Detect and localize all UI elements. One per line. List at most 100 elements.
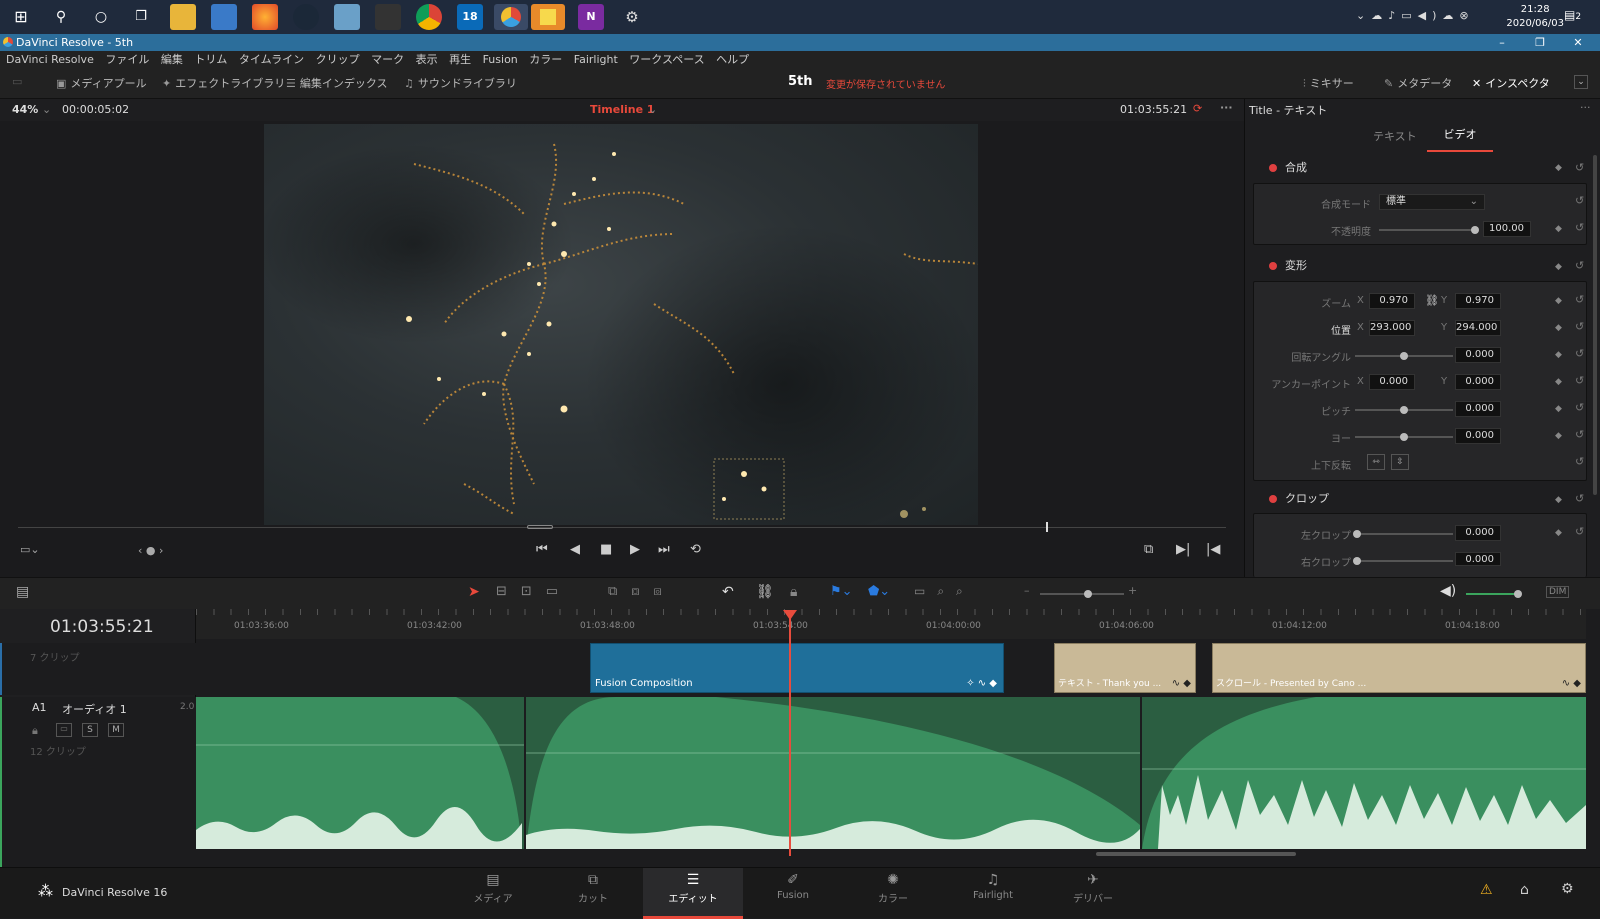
scroll-title-clip[interactable]: スクロール - Presented by Cano ... ∿ ◆ — [1212, 643, 1586, 693]
keyframe-icon[interactable]: ◆ — [1555, 431, 1562, 441]
enable-toggle-icon[interactable] — [1269, 495, 1277, 503]
flip-horizontal-icon[interactable]: ⇿ — [1367, 454, 1385, 470]
position-lock-icon[interactable]: 🔒︎ — [790, 584, 797, 600]
enable-toggle-icon[interactable] — [1269, 164, 1277, 172]
reset-icon[interactable]: ↺ — [1575, 293, 1584, 306]
audio-track-header[interactable]: A1 オーディオ 1 2.0 🔒︎ ▭ S M 12 クリップ — [0, 697, 196, 867]
fusion-composition-clip[interactable]: Fusion Composition ✧ ∿ ◆ — [590, 643, 1004, 693]
home-icon[interactable]: ⌂ — [1520, 882, 1529, 898]
sync-icon[interactable]: ⟳ — [1193, 102, 1202, 115]
zoom-modes-icons[interactable]: ▭⌕⌕ — [914, 584, 975, 599]
keyframe-icon[interactable]: ◆ — [1555, 262, 1562, 272]
crop-header[interactable]: クロップ — [1253, 488, 1587, 510]
keyframe-icon[interactable]: ◆ — [1555, 296, 1562, 306]
opacity-slider-knob[interactable] — [1471, 226, 1479, 234]
page-cut[interactable]: ⧉ カット — [543, 868, 643, 919]
track-lock-icon[interactable]: 🔒︎ — [32, 724, 38, 738]
flag-icon[interactable]: ⚑⌄ — [830, 584, 853, 599]
tab-text[interactable]: テキスト — [1373, 128, 1417, 144]
more-options-icon[interactable]: ··· — [1220, 101, 1233, 114]
task-view-icon[interactable]: ❐ — [128, 4, 154, 30]
app-icon-2[interactable] — [375, 4, 401, 30]
reset-icon[interactable]: ↺ — [1575, 347, 1584, 360]
go-to-end-icon[interactable]: ⏭ — [658, 542, 670, 557]
position-x-input[interactable]: 293.000 — [1369, 320, 1415, 336]
reset-icon[interactable]: ↺ — [1575, 525, 1584, 538]
title-text-clip[interactable]: テキスト - Thank you ... ∿ ◆ — [1054, 643, 1196, 693]
play-reverse-icon[interactable]: ◀ — [570, 542, 580, 557]
crop-right-slider[interactable] — [1353, 557, 1453, 565]
rotation-slider-knob[interactable] — [1400, 352, 1408, 360]
timeline-ruler[interactable]: 01:03:36:00 01:03:42:00 01:03:48:00 01:0… — [196, 609, 1586, 639]
menu-fairlight[interactable]: Fairlight — [574, 53, 618, 66]
solo-button[interactable]: S — [82, 723, 98, 737]
anchor-y-input[interactable]: 0.000 — [1455, 374, 1501, 390]
yaw-slider[interactable] — [1355, 433, 1453, 441]
jog-nav-icon[interactable]: ‹ ● › — [138, 544, 163, 557]
maximize-button[interactable]: ❐ — [1522, 34, 1558, 51]
menu-playback[interactable]: 再生 — [449, 53, 471, 66]
page-edit[interactable]: ☰ エディット — [643, 868, 743, 919]
timeline-chevron-icon[interactable]: ⌄ — [648, 103, 657, 116]
timeline-zoom-slider[interactable] — [1040, 590, 1124, 598]
speaker-icon[interactable]: ◀) — [1440, 583, 1456, 599]
video-track-header[interactable]: 7 クリップ — [0, 643, 196, 695]
track-auto-icon[interactable]: ▭ — [56, 723, 72, 737]
zoom-out-icon[interactable]: – — [1024, 584, 1030, 597]
selection-tool-icon[interactable]: ➤ — [468, 584, 480, 600]
keyframe-icon[interactable]: ◆ — [1555, 224, 1562, 234]
menu-clip[interactable]: クリップ — [316, 53, 360, 66]
tab-video[interactable]: ビデオ — [1427, 121, 1493, 152]
menu-mark[interactable]: マーク — [371, 53, 404, 66]
timeline-h-scrollbar[interactable] — [1096, 852, 1296, 856]
sound-library-button[interactable]: ♫ サウンドライブラリ — [404, 75, 517, 91]
match-frame-icon[interactable]: ⧉ — [1144, 542, 1153, 557]
mail-icon[interactable] — [211, 4, 237, 30]
next-edit-icon[interactable]: ▶| — [1176, 542, 1190, 557]
zoom-chevron-icon[interactable]: ⌄ — [42, 103, 51, 116]
menu-color[interactable]: カラー — [529, 53, 562, 66]
opacity-slider[interactable] — [1379, 226, 1479, 234]
rotation-input[interactable]: 0.000 — [1455, 347, 1501, 363]
opacity-input[interactable]: 100.00 — [1483, 221, 1531, 237]
zoom-in-icon[interactable]: + — [1128, 584, 1137, 597]
viewer-mode-icon[interactable]: ▭⌄ — [20, 543, 40, 556]
marker-icon[interactable]: ⬟⌄ — [868, 584, 890, 599]
crop-left-slider[interactable] — [1353, 530, 1453, 538]
scrubber-playhead[interactable] — [1046, 522, 1048, 532]
crop-left-input[interactable]: 0.000 — [1455, 525, 1501, 541]
settings-gear-icon[interactable]: ⚙ — [619, 4, 645, 30]
sticky-notes-icon[interactable] — [531, 4, 565, 30]
menu-workspace[interactable]: ワークスペース — [629, 53, 704, 66]
yaw-slider-knob[interactable] — [1400, 433, 1408, 441]
volume-knob[interactable] — [1514, 590, 1522, 598]
video-preview[interactable] — [264, 124, 978, 525]
warning-icon[interactable]: ⚠ — [1480, 882, 1493, 898]
keyframe-icon[interactable]: ◆ — [1555, 323, 1562, 333]
windows-start-icon[interactable]: ⊞ — [8, 4, 34, 30]
clip-fx-icons[interactable]: ✧ ∿ ◆ — [966, 678, 997, 689]
timeline-zoom-knob[interactable] — [1084, 590, 1092, 598]
clip-fx-icons[interactable]: ∿ ◆ — [1562, 678, 1581, 689]
menu-file[interactable]: ファイル — [105, 53, 149, 66]
reset-icon[interactable]: ↺ — [1575, 455, 1584, 468]
keyframe-icon[interactable]: ◆ — [1555, 528, 1562, 538]
pitch-input[interactable]: 0.000 — [1455, 401, 1501, 417]
crop-right-knob[interactable] — [1353, 557, 1361, 565]
loop-icon[interactable]: ⟲ — [690, 542, 701, 557]
insert-tools-icons[interactable]: ⧉⧈⧇ — [608, 584, 676, 599]
page-deliver[interactable]: ✈ デリバー — [1043, 868, 1143, 919]
notification-icon[interactable]: ▤2 — [1564, 8, 1588, 26]
inspector-button[interactable]: ✕ インスペクタ — [1472, 75, 1550, 91]
flip-vertical-icon[interactable]: ⇳ — [1391, 454, 1409, 470]
snapping-icon[interactable]: ↶ — [722, 584, 734, 600]
reset-icon[interactable]: ↺ — [1575, 259, 1584, 272]
reset-icon[interactable]: ↺ — [1575, 194, 1584, 207]
steam-icon[interactable] — [293, 4, 319, 30]
reset-icon[interactable]: ↺ — [1575, 492, 1584, 505]
reset-icon[interactable]: ↺ — [1575, 161, 1584, 174]
anchor-x-input[interactable]: 0.000 — [1369, 374, 1415, 390]
app-18-icon[interactable]: 18 — [457, 4, 483, 30]
stop-icon[interactable]: ■ — [600, 542, 612, 557]
dim-button[interactable]: DIM — [1546, 586, 1570, 598]
